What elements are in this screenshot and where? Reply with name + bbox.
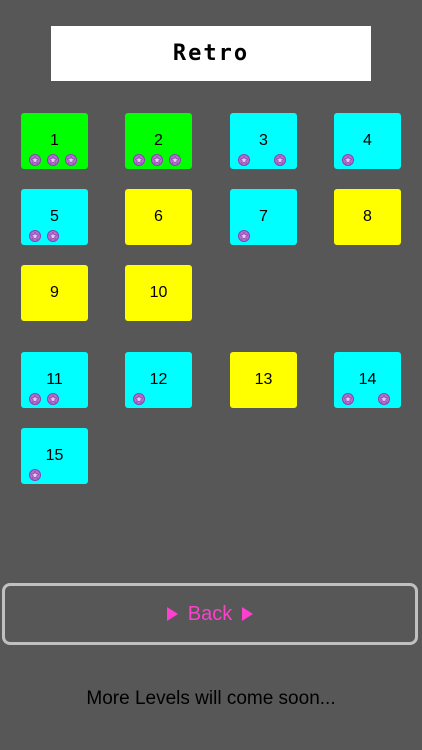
star-icon: [274, 154, 286, 166]
level-stars: [29, 230, 84, 242]
level-stars: [29, 393, 84, 405]
star-icon: [238, 154, 250, 166]
level-stars: [133, 154, 188, 166]
level-stars: [29, 154, 84, 166]
level-number: 9: [50, 284, 59, 301]
level-tile-13[interactable]: 13: [230, 352, 297, 408]
star-icon: [47, 154, 59, 166]
star-icon: [169, 154, 181, 166]
back-button-label: Back: [187, 602, 233, 625]
level-number: 13: [254, 371, 273, 388]
level-tile-4[interactable]: 4: [334, 113, 401, 169]
star-icon: [151, 154, 163, 166]
star-icon: [29, 154, 41, 166]
star-icon: [133, 393, 145, 405]
level-stars: [133, 393, 188, 405]
level-tile-1[interactable]: 1: [21, 113, 88, 169]
page-title: Retro: [172, 41, 250, 66]
level-tile-12[interactable]: 12: [125, 352, 192, 408]
level-stars: [342, 393, 397, 405]
star-icon: [29, 393, 41, 405]
star-icon: [47, 393, 59, 405]
level-tile-8[interactable]: 8: [334, 189, 401, 245]
star-icon: [238, 230, 250, 242]
play-triangle-icon: [166, 607, 178, 621]
star-icon: [65, 154, 77, 166]
title-banner: Retro: [51, 26, 371, 81]
star-icon: [378, 393, 390, 405]
level-stars: [238, 230, 293, 242]
star-icon: [342, 393, 354, 405]
level-tile-2[interactable]: 2: [125, 113, 192, 169]
level-tile-9[interactable]: 9: [21, 265, 88, 321]
level-tile-10[interactable]: 10: [125, 265, 192, 321]
star-icon: [342, 154, 354, 166]
star-icon: [47, 230, 59, 242]
level-tile-7[interactable]: 7: [230, 189, 297, 245]
coming-soon-message: More Levels will come soon...: [86, 688, 336, 709]
level-tile-6[interactable]: 6: [125, 189, 192, 245]
level-tile-3[interactable]: 3: [230, 113, 297, 169]
level-number: 10: [149, 284, 168, 301]
level-tile-14[interactable]: 14: [334, 352, 401, 408]
level-stars: [342, 154, 397, 166]
back-button[interactable]: Back: [2, 583, 418, 645]
star-icon: [29, 230, 41, 242]
star-icon: [29, 469, 41, 481]
level-number: 6: [154, 208, 163, 225]
level-tile-5[interactable]: 5: [21, 189, 88, 245]
level-tile-15[interactable]: 15: [21, 428, 88, 484]
level-stars: [29, 469, 84, 481]
play-triangle-icon: [242, 607, 254, 621]
level-number: 8: [363, 208, 372, 225]
level-tile-11[interactable]: 11: [21, 352, 88, 408]
level-stars: [238, 154, 293, 166]
star-icon: [133, 154, 145, 166]
